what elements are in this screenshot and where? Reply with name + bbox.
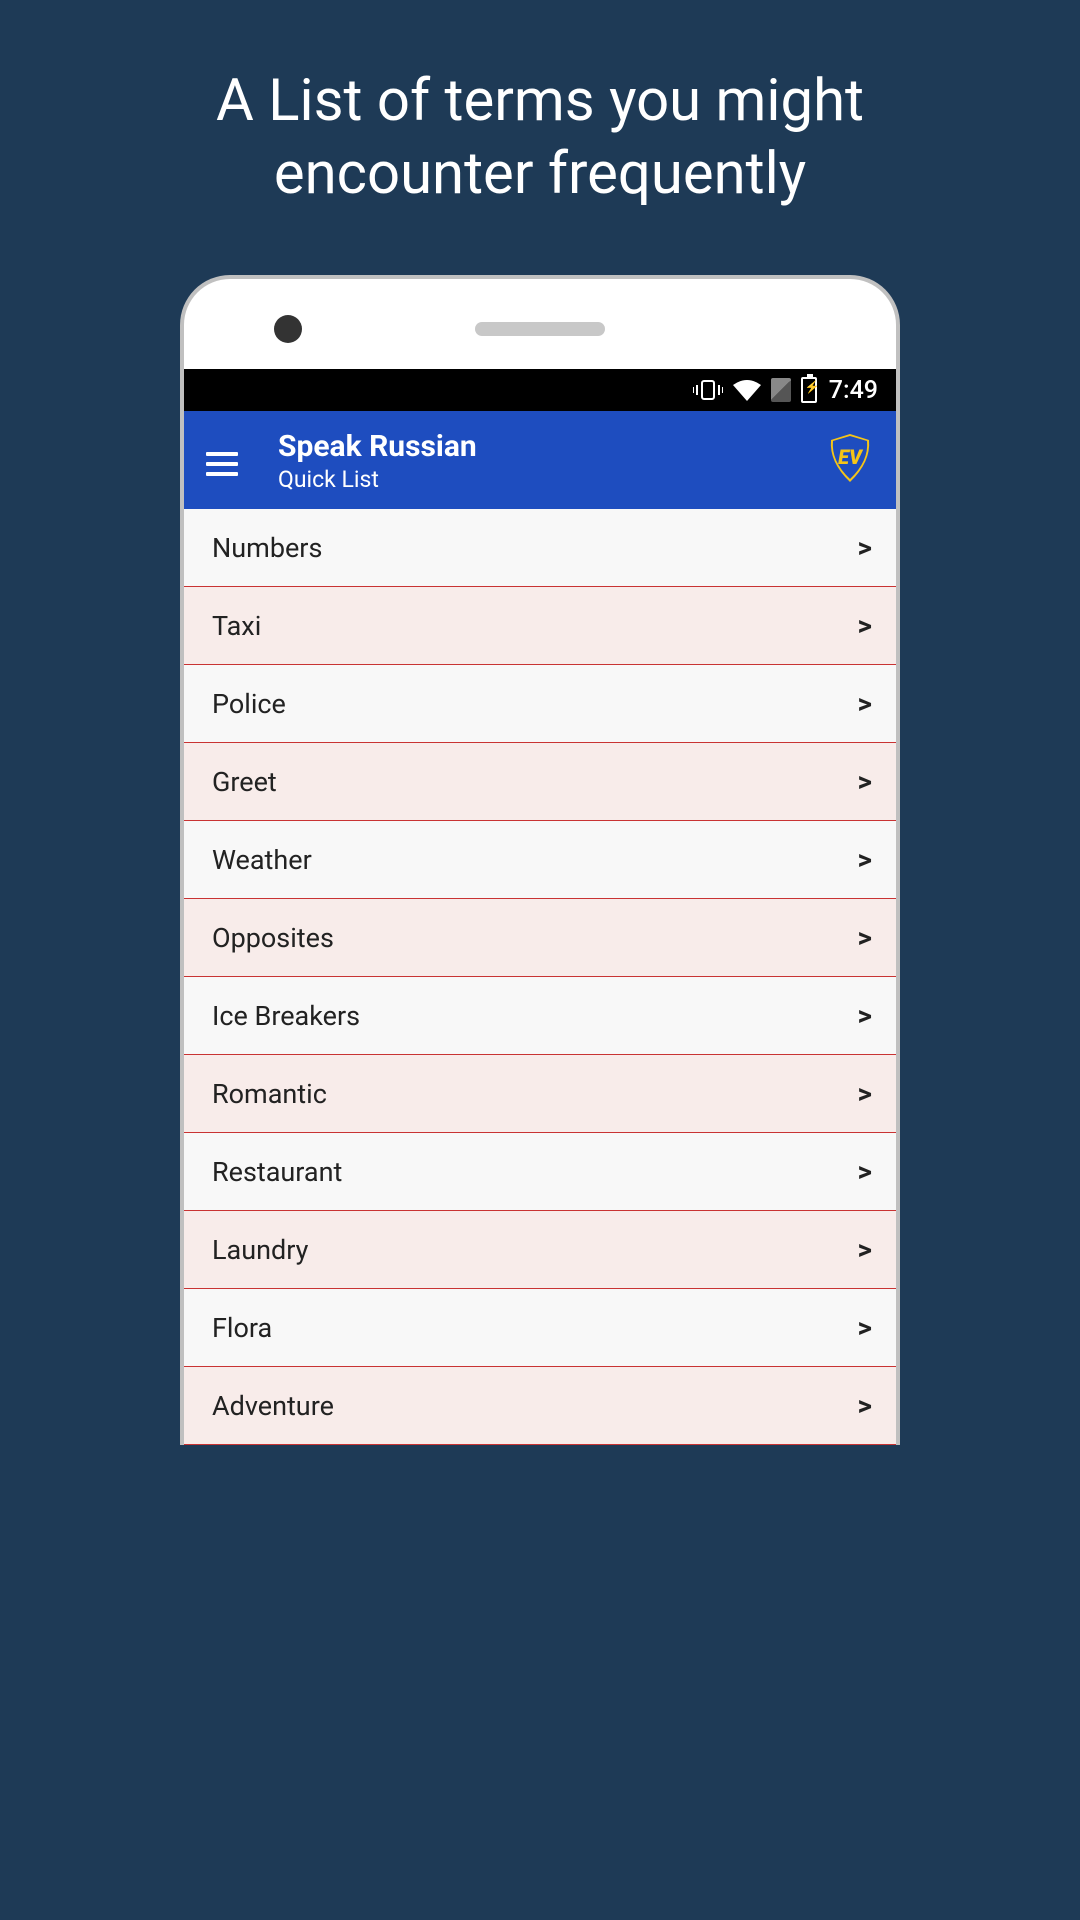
- chevron-right-icon: >: [858, 999, 872, 1032]
- chevron-right-icon: >: [858, 765, 872, 798]
- list-item-flora[interactable]: Flora >: [184, 1289, 896, 1367]
- list-item-label: Adventure: [212, 1390, 334, 1422]
- list-item-taxi[interactable]: Taxi >: [184, 587, 896, 665]
- list-item-opposites[interactable]: Opposites >: [184, 899, 896, 977]
- speaker-grille: [475, 322, 605, 336]
- list-item-label: Numbers: [212, 532, 322, 564]
- vibrate-icon: [693, 379, 723, 401]
- no-sim-icon: [771, 378, 791, 402]
- chevron-right-icon: >: [858, 1311, 872, 1344]
- chevron-right-icon: >: [858, 1077, 872, 1110]
- chevron-right-icon: >: [858, 609, 872, 642]
- chevron-right-icon: >: [858, 531, 872, 564]
- list-item-label: Weather: [212, 844, 312, 876]
- list-item-label: Taxi: [212, 610, 261, 642]
- list-item-numbers[interactable]: Numbers >: [184, 509, 896, 587]
- list-item-romantic[interactable]: Romantic >: [184, 1055, 896, 1133]
- list-item-weather[interactable]: Weather >: [184, 821, 896, 899]
- android-status-bar: 7:49: [184, 369, 896, 411]
- list-item-laundry[interactable]: Laundry >: [184, 1211, 896, 1289]
- status-time: 7:49: [829, 376, 878, 405]
- phone-frame: 7:49 Speak Russian Quick List EV Numbers…: [180, 275, 900, 1445]
- chevron-right-icon: >: [858, 1233, 872, 1266]
- wifi-icon: [733, 379, 761, 401]
- list-item-ice-breakers[interactable]: Ice Breakers >: [184, 977, 896, 1055]
- chevron-right-icon: >: [858, 1155, 872, 1188]
- list-item-label: Romantic: [212, 1078, 327, 1110]
- phone-top-hardware: [184, 304, 896, 354]
- app-title: Speak Russian: [278, 429, 477, 464]
- list-item-greet[interactable]: Greet >: [184, 743, 896, 821]
- list-item-police[interactable]: Police >: [184, 665, 896, 743]
- app-header: Speak Russian Quick List EV: [184, 411, 896, 509]
- list-item-adventure[interactable]: Adventure >: [184, 1367, 896, 1445]
- list-item-restaurant[interactable]: Restaurant >: [184, 1133, 896, 1211]
- list-item-label: Opposites: [212, 922, 334, 954]
- svg-text:EV: EV: [838, 445, 864, 469]
- camera-dot: [274, 315, 302, 343]
- list-item-label: Ice Breakers: [212, 1000, 360, 1032]
- header-titles: Speak Russian Quick List: [278, 429, 477, 493]
- chevron-right-icon: >: [858, 1389, 872, 1422]
- category-list: Numbers > Taxi > Police > Greet > Weathe…: [184, 509, 896, 1445]
- list-item-label: Restaurant: [212, 1156, 342, 1188]
- app-subtitle: Quick List: [278, 466, 477, 493]
- app-logo-shield-icon[interactable]: EV: [829, 434, 871, 486]
- list-item-label: Laundry: [212, 1234, 308, 1266]
- battery-charging-icon: [801, 377, 817, 403]
- list-item-label: Police: [212, 688, 286, 720]
- chevron-right-icon: >: [858, 687, 872, 720]
- promo-heading: A List of terms you might encounter freq…: [0, 0, 1080, 250]
- chevron-right-icon: >: [858, 843, 872, 876]
- chevron-right-icon: >: [858, 921, 872, 954]
- list-item-label: Greet: [212, 766, 277, 798]
- hamburger-menu-icon[interactable]: [206, 452, 238, 476]
- list-item-label: Flora: [212, 1312, 272, 1344]
- status-icons: [693, 377, 817, 403]
